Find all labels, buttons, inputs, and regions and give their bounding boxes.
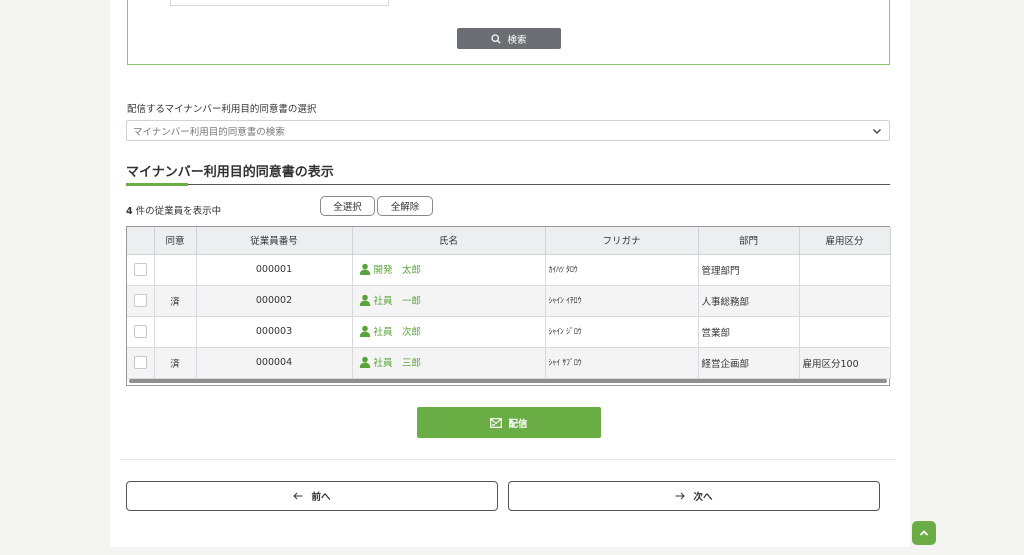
employee-name-link[interactable]: 社員 次郎	[359, 324, 422, 338]
employee-name: 社員 一郎	[373, 295, 422, 307]
employee-name-link[interactable]: 社員 一郎	[359, 293, 422, 307]
footer-divider	[120, 459, 896, 460]
employee-table: 同意 従業員番号 氏名 フリガナ 部門 雇用区分 000001 開発 太郎 ｶｲ…	[126, 226, 891, 386]
prev-button[interactable]: 前へ	[126, 481, 498, 511]
arrow-right-icon	[675, 492, 686, 500]
employment-type-cell	[799, 254, 891, 286]
row-checkbox[interactable]	[133, 325, 147, 338]
consent-cell	[154, 316, 197, 348]
header-select	[127, 227, 155, 255]
table-row: 済 000002 社員 一郎 ｼｬｲﾝ ｲﾁﾛｳ 人事総務部	[127, 285, 891, 317]
search-button[interactable]: 検索	[457, 28, 561, 49]
department-cell: 営業部	[698, 316, 800, 348]
header-consent[interactable]: 同意	[154, 227, 197, 255]
department-cell: 経営企画部	[698, 347, 800, 379]
consent-select-label: 配信するマイナンバー利用目的同意書の選択	[127, 104, 317, 115]
header-name[interactable]: 氏名	[352, 227, 546, 255]
row-checkbox[interactable]	[133, 263, 147, 276]
consent-cell: 済	[154, 347, 197, 379]
employee-no-cell: 000003	[196, 316, 353, 348]
employee-count: 4 件の従業員を表示中	[126, 203, 221, 217]
section-divider	[126, 184, 890, 185]
furigana-cell: ｼｬｲﾝ ｲﾁﾛｳ	[545, 285, 699, 317]
next-button-label: 次へ	[693, 492, 713, 503]
header-employment-type[interactable]: 雇用区分	[799, 227, 891, 255]
employment-type-cell: 雇用区分100	[799, 347, 891, 379]
section-title: マイナンバー利用目的同意書の表示	[126, 165, 334, 180]
furigana-cell: ｶｲﾊﾂ ﾀﾛｳ	[545, 254, 699, 286]
user-icon	[359, 356, 370, 368]
mail-icon	[490, 417, 503, 428]
employee-name-link[interactable]: 開発 太郎	[359, 262, 422, 276]
table-header-row: 同意 従業員番号 氏名 フリガナ 部門 雇用区分	[127, 227, 891, 255]
department-cell: 管理部門	[698, 254, 800, 286]
employee-name: 社員 次郎	[373, 326, 422, 338]
search-field[interactable]	[170, 0, 389, 6]
consent-cell: 済	[154, 285, 197, 317]
table-row: 済 000004 社員 三郎 ｼｬｲ ｻﾌﾞﾛｳ 経営企画部 雇用区分100	[127, 347, 891, 379]
consent-cell	[154, 254, 197, 286]
header-department[interactable]: 部門	[698, 227, 800, 255]
user-icon	[359, 325, 370, 337]
select-all-button[interactable]: 全選択	[320, 196, 375, 216]
scroll-to-top-button[interactable]	[912, 521, 936, 545]
user-icon	[359, 263, 370, 275]
employee-name: 社員 三郎	[373, 357, 422, 369]
search-icon	[491, 33, 502, 44]
chevron-down-icon	[873, 129, 881, 134]
horizontal-scrollbar[interactable]	[129, 379, 887, 383]
search-button-label: 検索	[507, 34, 527, 46]
table-row: 000001 開発 太郎 ｶｲﾊﾂ ﾀﾛｳ 管理部門	[127, 254, 891, 286]
deselect-all-button[interactable]: 全解除	[377, 196, 433, 216]
header-employee-no[interactable]: 従業員番号	[196, 227, 353, 255]
row-checkbox[interactable]	[133, 356, 147, 369]
next-button[interactable]: 次へ	[508, 481, 880, 511]
row-checkbox[interactable]	[133, 294, 147, 307]
chevron-up-icon	[919, 530, 929, 536]
employee-name-link[interactable]: 社員 三郎	[359, 355, 422, 369]
employment-type-cell	[799, 285, 891, 317]
employee-no-cell: 000001	[196, 254, 353, 286]
consent-select[interactable]: マイナンバー利用目的同意書の検索	[126, 120, 890, 141]
consent-select-placeholder: マイナンバー利用目的同意書の検索	[133, 126, 285, 138]
employment-type-cell	[799, 316, 891, 348]
employee-count-suffix: 件の従業員を表示中	[135, 206, 222, 217]
send-button[interactable]: 配信	[417, 407, 601, 438]
employee-no-cell: 000002	[196, 285, 353, 317]
employee-name: 開発 太郎	[373, 264, 422, 276]
table-row: 000003 社員 次郎 ｼｬｲﾝ ｼﾞﾛｳ 営業部	[127, 316, 891, 348]
employee-count-number: 4	[126, 206, 133, 217]
furigana-cell: ｼｬｲ ｻﾌﾞﾛｳ	[545, 347, 699, 379]
arrow-left-icon	[293, 492, 303, 500]
user-icon	[359, 294, 370, 306]
furigana-cell: ｼｬｲﾝ ｼﾞﾛｳ	[545, 316, 699, 348]
department-cell: 人事総務部	[698, 285, 800, 317]
header-furigana[interactable]: フリガナ	[545, 227, 699, 255]
send-button-label: 配信	[508, 418, 528, 430]
prev-button-label: 前へ	[311, 492, 331, 503]
section-divider-accent	[126, 183, 188, 186]
employee-no-cell: 000004	[196, 347, 353, 379]
